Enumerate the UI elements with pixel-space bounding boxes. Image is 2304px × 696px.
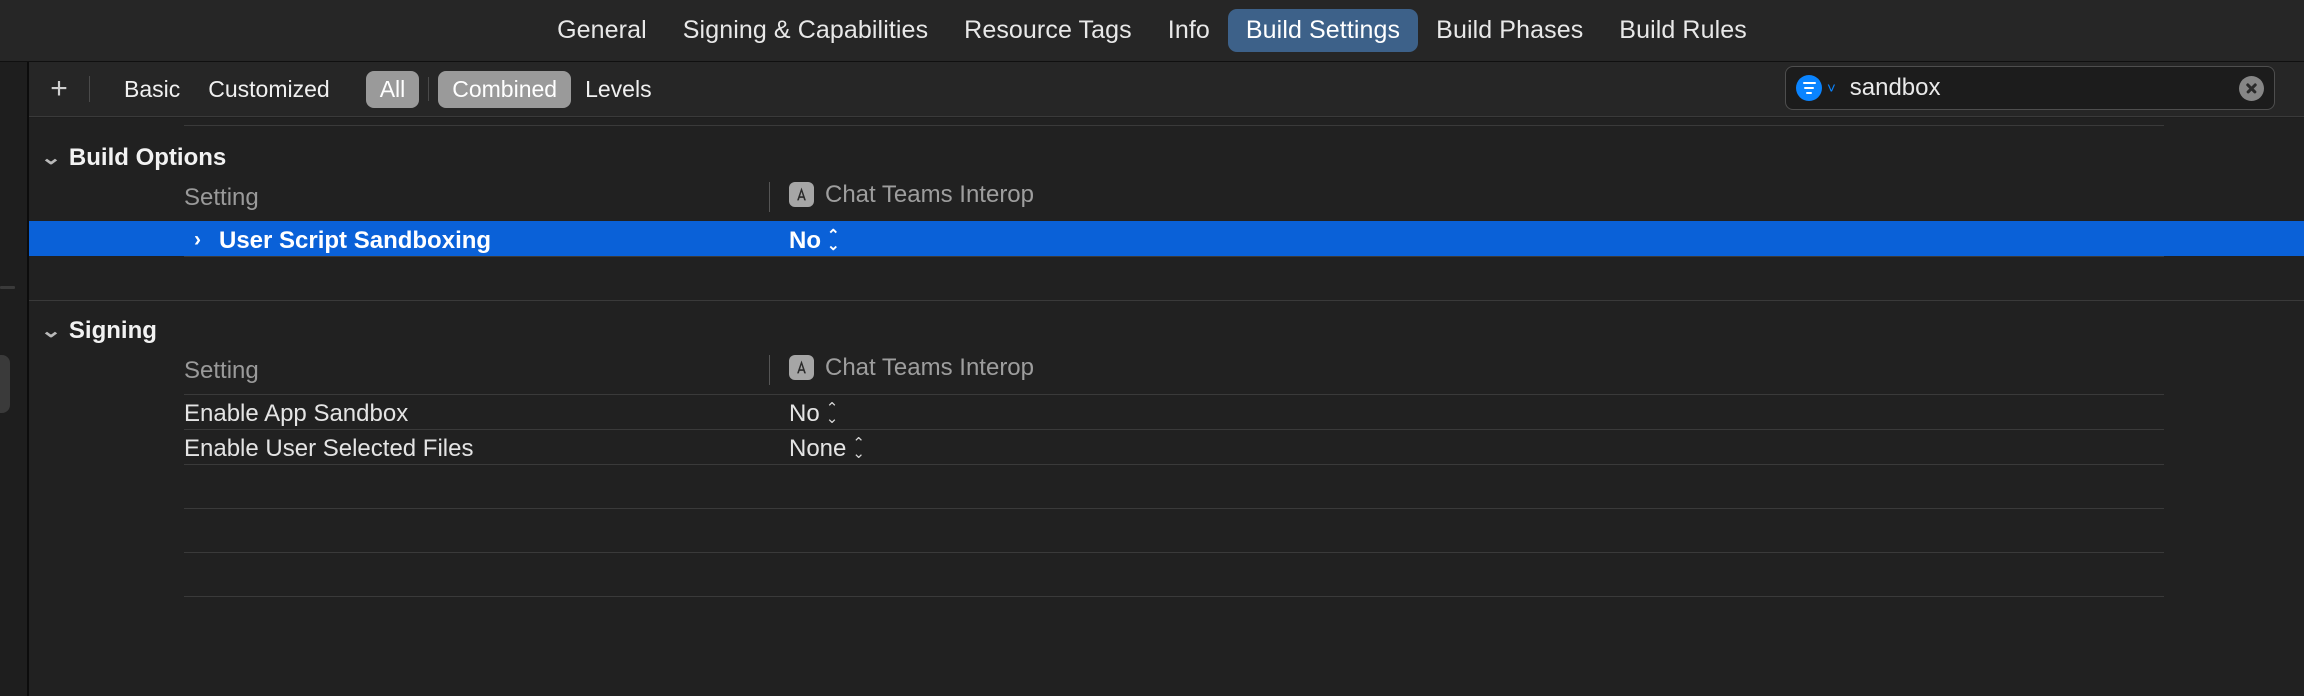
row-separator (184, 596, 2164, 597)
left-rail (0, 62, 27, 696)
filter-divider (428, 77, 429, 101)
editor-tab-bar: GeneralSigning & CapabilitiesResource Ta… (0, 0, 2304, 62)
row-separator (184, 552, 2164, 553)
add-setting-button[interactable]: + (29, 62, 89, 117)
tab-build-rules[interactable]: Build Rules (1601, 9, 1765, 52)
filter-basic[interactable]: Basic (110, 71, 194, 108)
section-header-signing[interactable]: ⌄ Signing (43, 319, 157, 343)
column-divider (769, 355, 770, 385)
value-stepper-icon[interactable]: ⌃⌄ (827, 231, 840, 251)
row-separator (184, 394, 2164, 395)
filter-lines-icon[interactable] (1796, 75, 1822, 101)
section-title: Signing (69, 319, 157, 343)
rail-edge-handle[interactable] (0, 355, 10, 413)
filter-segmented-control: BasicCustomized All CombinedLevels (110, 71, 666, 108)
target-name-label: Chat Teams Interop (825, 183, 1034, 207)
xcode-app-icon (789, 355, 814, 380)
column-header-row: Setting Chat Teams Interop (29, 186, 2304, 216)
tab-list: GeneralSigning & CapabilitiesResource Ta… (539, 9, 1765, 52)
xcode-app-icon (789, 182, 814, 207)
column-header-target: Chat Teams Interop (789, 355, 1034, 380)
empty-row (29, 552, 2304, 596)
filter-customized[interactable]: Customized (194, 71, 343, 108)
row-separator (184, 464, 2164, 465)
row-separator (184, 429, 2164, 430)
toolbar-separator (89, 76, 90, 102)
row-separator (184, 508, 2164, 509)
section-header-build-options[interactable]: ⌄ Build Options (43, 146, 226, 170)
tab-resource-tags[interactable]: Resource Tags (946, 9, 1150, 52)
section-title: Build Options (69, 146, 226, 170)
setting-value-text: None (789, 437, 846, 461)
value-stepper-icon[interactable]: ⌃⌄ (826, 404, 839, 424)
table-top-rule (184, 125, 2164, 126)
section-rule (29, 300, 2304, 301)
setting-name: Enable User Selected Files (184, 437, 473, 461)
value-stepper-icon[interactable]: ⌃⌄ (852, 439, 865, 459)
setting-value-text: No (789, 229, 821, 253)
tab-build-settings[interactable]: Build Settings (1228, 9, 1418, 52)
setting-value-cell[interactable]: No ⌃⌄ (789, 229, 840, 253)
setting-value-text: No (789, 402, 820, 426)
row-separator (184, 256, 2164, 257)
target-name-label: Chat Teams Interop (825, 356, 1034, 380)
chevron-down-icon[interactable]: ˅ (1827, 81, 1836, 96)
setting-row[interactable]: › User Script Sandboxing No ⌃⌄ (29, 221, 2304, 256)
column-header-setting: Setting (184, 359, 259, 383)
setting-name: Enable App Sandbox (184, 402, 408, 426)
filter-all[interactable]: All (366, 71, 420, 108)
filter-combined[interactable]: Combined (438, 71, 571, 108)
row-separator (184, 221, 2164, 222)
empty-row (29, 596, 2304, 640)
setting-row[interactable]: Enable App Sandbox No ⌃⌄ (29, 394, 2304, 429)
setting-value-cell[interactable]: No ⌃⌄ (789, 402, 838, 426)
search-field[interactable]: ˅ sandbox (1785, 66, 2275, 110)
search-input[interactable]: sandbox (1850, 74, 2239, 102)
build-settings-table[interactable]: ⌄ Build Options Setting Chat Teams Interop ›… (29, 118, 2304, 696)
empty-row (29, 464, 2304, 508)
chevron-down-icon[interactable]: ⌄ (40, 322, 61, 341)
chevron-right-icon[interactable]: › (194, 229, 201, 250)
empty-row (29, 256, 2304, 300)
filter-levels[interactable]: Levels (571, 71, 665, 108)
column-divider (769, 182, 770, 212)
empty-row (29, 508, 2304, 552)
tab-info[interactable]: Info (1150, 9, 1228, 52)
clear-search-icon[interactable] (2239, 76, 2264, 101)
tab-signing-capabilities[interactable]: Signing & Capabilities (665, 9, 946, 52)
rail-indicator-dash (0, 286, 15, 289)
tab-build-phases[interactable]: Build Phases (1418, 9, 1601, 52)
tab-general[interactable]: General (539, 9, 665, 52)
chevron-down-icon[interactable]: ⌄ (40, 149, 61, 168)
column-header-setting: Setting (184, 186, 259, 210)
column-header-target: Chat Teams Interop (789, 182, 1034, 207)
setting-name: User Script Sandboxing (219, 229, 491, 253)
setting-row[interactable]: Enable User Selected Files None ⌃⌄ (29, 429, 2304, 464)
setting-value-cell[interactable]: None ⌃⌄ (789, 437, 865, 461)
column-header-row: Setting Chat Teams Interop (29, 359, 2304, 389)
